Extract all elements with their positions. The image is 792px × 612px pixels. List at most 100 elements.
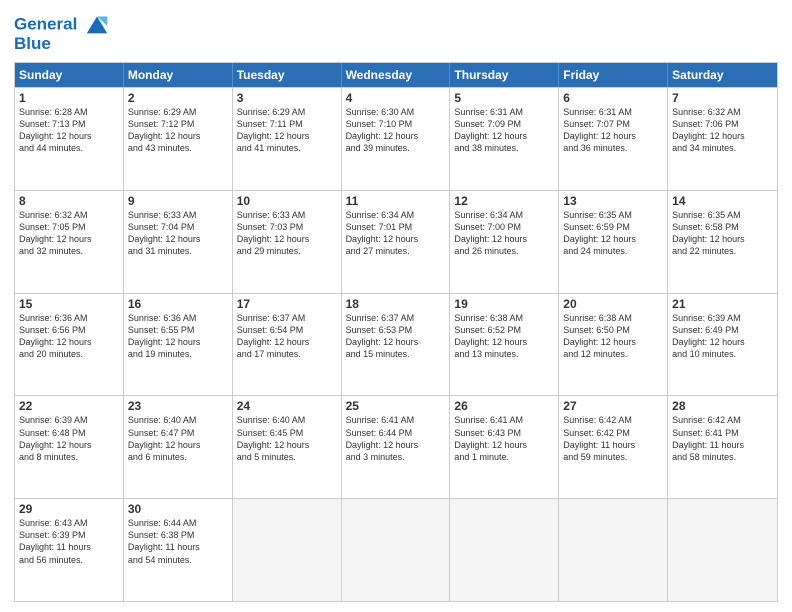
logo-icon bbox=[83, 12, 111, 36]
calendar-cell-29: 29Sunrise: 6:43 AMSunset: 6:39 PMDayligh… bbox=[15, 499, 124, 601]
day-number: 19 bbox=[454, 297, 554, 311]
calendar-cell-27: 27Sunrise: 6:42 AMSunset: 6:42 PMDayligh… bbox=[559, 396, 668, 498]
cell-info: Sunrise: 6:35 AMSunset: 6:59 PMDaylight:… bbox=[563, 209, 663, 258]
calendar-cell-13: 13Sunrise: 6:35 AMSunset: 6:59 PMDayligh… bbox=[559, 191, 668, 293]
cell-info: Sunrise: 6:39 AMSunset: 6:49 PMDaylight:… bbox=[672, 312, 773, 361]
weekday-header-tuesday: Tuesday bbox=[233, 63, 342, 87]
calendar-body: 1Sunrise: 6:28 AMSunset: 7:13 PMDaylight… bbox=[15, 87, 777, 601]
cell-info: Sunrise: 6:36 AMSunset: 6:56 PMDaylight:… bbox=[19, 312, 119, 361]
cell-info: Sunrise: 6:28 AMSunset: 7:13 PMDaylight:… bbox=[19, 106, 119, 155]
day-number: 21 bbox=[672, 297, 773, 311]
cell-info: Sunrise: 6:42 AMSunset: 6:42 PMDaylight:… bbox=[563, 414, 663, 463]
calendar-cell-25: 25Sunrise: 6:41 AMSunset: 6:44 PMDayligh… bbox=[342, 396, 451, 498]
calendar-cell-12: 12Sunrise: 6:34 AMSunset: 7:00 PMDayligh… bbox=[450, 191, 559, 293]
calendar-cell-16: 16Sunrise: 6:36 AMSunset: 6:55 PMDayligh… bbox=[124, 294, 233, 396]
cell-info: Sunrise: 6:31 AMSunset: 7:09 PMDaylight:… bbox=[454, 106, 554, 155]
calendar-row-3: 15Sunrise: 6:36 AMSunset: 6:56 PMDayligh… bbox=[15, 293, 777, 396]
day-number: 15 bbox=[19, 297, 119, 311]
calendar-cell-30: 30Sunrise: 6:44 AMSunset: 6:38 PMDayligh… bbox=[124, 499, 233, 601]
day-number: 14 bbox=[672, 194, 773, 208]
calendar: SundayMondayTuesdayWednesdayThursdayFrid… bbox=[14, 62, 778, 602]
weekday-header-sunday: Sunday bbox=[15, 63, 124, 87]
weekday-header-thursday: Thursday bbox=[450, 63, 559, 87]
day-number: 5 bbox=[454, 91, 554, 105]
day-number: 12 bbox=[454, 194, 554, 208]
calendar-cell-8: 8Sunrise: 6:32 AMSunset: 7:05 PMDaylight… bbox=[15, 191, 124, 293]
day-number: 17 bbox=[237, 297, 337, 311]
day-number: 28 bbox=[672, 399, 773, 413]
day-number: 10 bbox=[237, 194, 337, 208]
day-number: 3 bbox=[237, 91, 337, 105]
cell-info: Sunrise: 6:37 AMSunset: 6:53 PMDaylight:… bbox=[346, 312, 446, 361]
calendar-cell-2: 2Sunrise: 6:29 AMSunset: 7:12 PMDaylight… bbox=[124, 88, 233, 190]
calendar-row-5: 29Sunrise: 6:43 AMSunset: 6:39 PMDayligh… bbox=[15, 498, 777, 601]
cell-info: Sunrise: 6:35 AMSunset: 6:58 PMDaylight:… bbox=[672, 209, 773, 258]
calendar-cell-14: 14Sunrise: 6:35 AMSunset: 6:58 PMDayligh… bbox=[668, 191, 777, 293]
calendar-cell-empty bbox=[233, 499, 342, 601]
calendar-cell-10: 10Sunrise: 6:33 AMSunset: 7:03 PMDayligh… bbox=[233, 191, 342, 293]
calendar-cell-11: 11Sunrise: 6:34 AMSunset: 7:01 PMDayligh… bbox=[342, 191, 451, 293]
calendar-cell-15: 15Sunrise: 6:36 AMSunset: 6:56 PMDayligh… bbox=[15, 294, 124, 396]
day-number: 24 bbox=[237, 399, 337, 413]
day-number: 30 bbox=[128, 502, 228, 516]
weekday-header-monday: Monday bbox=[124, 63, 233, 87]
calendar-row-4: 22Sunrise: 6:39 AMSunset: 6:48 PMDayligh… bbox=[15, 395, 777, 498]
logo: General Blue bbox=[14, 14, 111, 54]
cell-info: Sunrise: 6:40 AMSunset: 6:47 PMDaylight:… bbox=[128, 414, 228, 463]
cell-info: Sunrise: 6:32 AMSunset: 7:06 PMDaylight:… bbox=[672, 106, 773, 155]
cell-info: Sunrise: 6:36 AMSunset: 6:55 PMDaylight:… bbox=[128, 312, 228, 361]
calendar-cell-6: 6Sunrise: 6:31 AMSunset: 7:07 PMDaylight… bbox=[559, 88, 668, 190]
weekday-header-saturday: Saturday bbox=[668, 63, 777, 87]
calendar-cell-empty bbox=[450, 499, 559, 601]
cell-info: Sunrise: 6:39 AMSunset: 6:48 PMDaylight:… bbox=[19, 414, 119, 463]
cell-info: Sunrise: 6:42 AMSunset: 6:41 PMDaylight:… bbox=[672, 414, 773, 463]
cell-info: Sunrise: 6:34 AMSunset: 7:00 PMDaylight:… bbox=[454, 209, 554, 258]
day-number: 26 bbox=[454, 399, 554, 413]
cell-info: Sunrise: 6:37 AMSunset: 6:54 PMDaylight:… bbox=[237, 312, 337, 361]
calendar-row-2: 8Sunrise: 6:32 AMSunset: 7:05 PMDaylight… bbox=[15, 190, 777, 293]
cell-info: Sunrise: 6:34 AMSunset: 7:01 PMDaylight:… bbox=[346, 209, 446, 258]
day-number: 8 bbox=[19, 194, 119, 208]
calendar-row-1: 1Sunrise: 6:28 AMSunset: 7:13 PMDaylight… bbox=[15, 87, 777, 190]
calendar-cell-9: 9Sunrise: 6:33 AMSunset: 7:04 PMDaylight… bbox=[124, 191, 233, 293]
calendar-cell-24: 24Sunrise: 6:40 AMSunset: 6:45 PMDayligh… bbox=[233, 396, 342, 498]
page-header: General Blue bbox=[14, 10, 778, 54]
day-number: 22 bbox=[19, 399, 119, 413]
cell-info: Sunrise: 6:31 AMSunset: 7:07 PMDaylight:… bbox=[563, 106, 663, 155]
day-number: 27 bbox=[563, 399, 663, 413]
day-number: 29 bbox=[19, 502, 119, 516]
cell-info: Sunrise: 6:40 AMSunset: 6:45 PMDaylight:… bbox=[237, 414, 337, 463]
calendar-cell-20: 20Sunrise: 6:38 AMSunset: 6:50 PMDayligh… bbox=[559, 294, 668, 396]
calendar-cell-17: 17Sunrise: 6:37 AMSunset: 6:54 PMDayligh… bbox=[233, 294, 342, 396]
cell-info: Sunrise: 6:33 AMSunset: 7:03 PMDaylight:… bbox=[237, 209, 337, 258]
cell-info: Sunrise: 6:30 AMSunset: 7:10 PMDaylight:… bbox=[346, 106, 446, 155]
day-number: 2 bbox=[128, 91, 228, 105]
cell-info: Sunrise: 6:41 AMSunset: 6:44 PMDaylight:… bbox=[346, 414, 446, 463]
day-number: 13 bbox=[563, 194, 663, 208]
cell-info: Sunrise: 6:29 AMSunset: 7:12 PMDaylight:… bbox=[128, 106, 228, 155]
day-number: 25 bbox=[346, 399, 446, 413]
cell-info: Sunrise: 6:32 AMSunset: 7:05 PMDaylight:… bbox=[19, 209, 119, 258]
calendar-cell-empty bbox=[342, 499, 451, 601]
day-number: 20 bbox=[563, 297, 663, 311]
calendar-header: SundayMondayTuesdayWednesdayThursdayFrid… bbox=[15, 63, 777, 87]
calendar-cell-21: 21Sunrise: 6:39 AMSunset: 6:49 PMDayligh… bbox=[668, 294, 777, 396]
day-number: 16 bbox=[128, 297, 228, 311]
day-number: 18 bbox=[346, 297, 446, 311]
day-number: 7 bbox=[672, 91, 773, 105]
calendar-cell-empty bbox=[668, 499, 777, 601]
calendar-cell-18: 18Sunrise: 6:37 AMSunset: 6:53 PMDayligh… bbox=[342, 294, 451, 396]
weekday-header-wednesday: Wednesday bbox=[342, 63, 451, 87]
calendar-cell-28: 28Sunrise: 6:42 AMSunset: 6:41 PMDayligh… bbox=[668, 396, 777, 498]
calendar-cell-23: 23Sunrise: 6:40 AMSunset: 6:47 PMDayligh… bbox=[124, 396, 233, 498]
cell-info: Sunrise: 6:33 AMSunset: 7:04 PMDaylight:… bbox=[128, 209, 228, 258]
calendar-cell-7: 7Sunrise: 6:32 AMSunset: 7:06 PMDaylight… bbox=[668, 88, 777, 190]
calendar-cell-3: 3Sunrise: 6:29 AMSunset: 7:11 PMDaylight… bbox=[233, 88, 342, 190]
calendar-cell-1: 1Sunrise: 6:28 AMSunset: 7:13 PMDaylight… bbox=[15, 88, 124, 190]
logo-blue: Blue bbox=[14, 34, 111, 54]
calendar-cell-empty bbox=[559, 499, 668, 601]
day-number: 6 bbox=[563, 91, 663, 105]
cell-info: Sunrise: 6:41 AMSunset: 6:43 PMDaylight:… bbox=[454, 414, 554, 463]
day-number: 9 bbox=[128, 194, 228, 208]
weekday-header-friday: Friday bbox=[559, 63, 668, 87]
